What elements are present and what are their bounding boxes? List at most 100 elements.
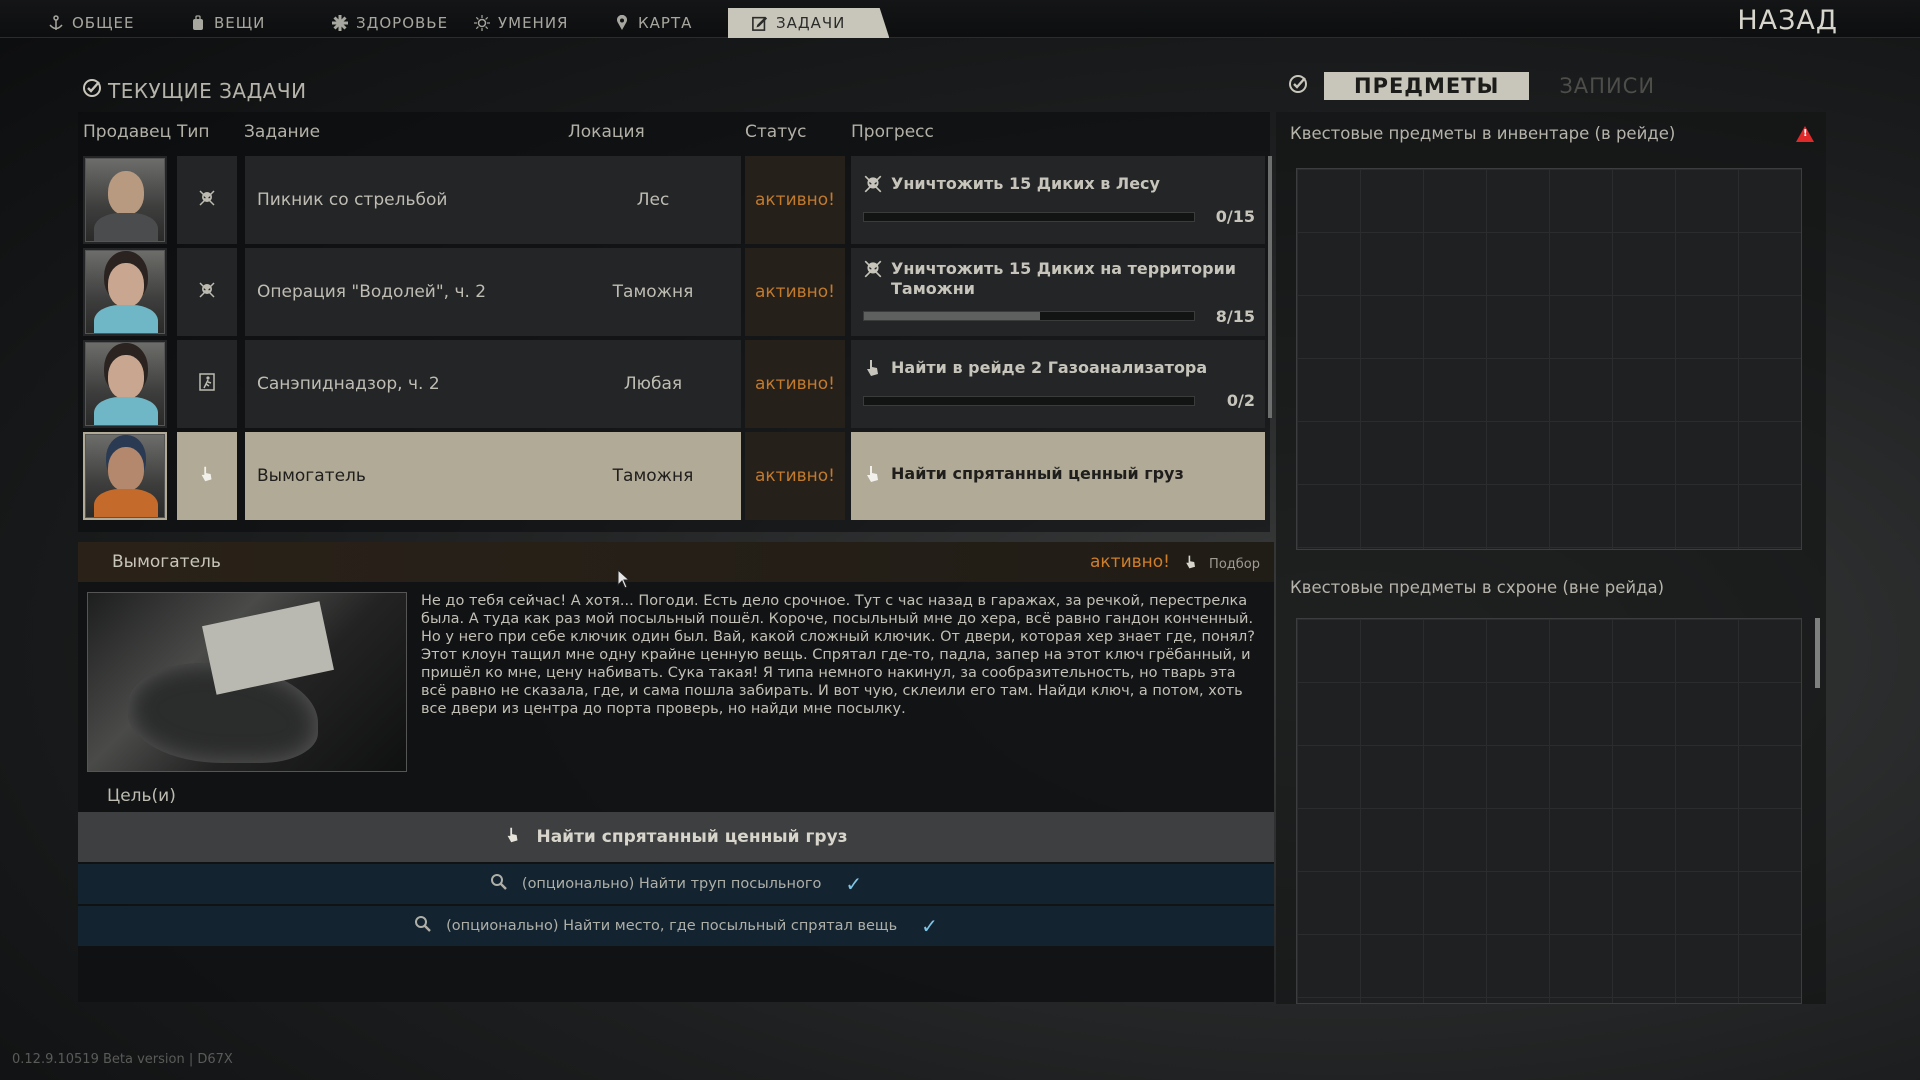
type-cell bbox=[177, 156, 237, 244]
checkmark-icon: ✓ bbox=[921, 914, 938, 938]
trader-avatar bbox=[85, 158, 165, 242]
task-status: активно! bbox=[745, 248, 845, 336]
header-task[interactable]: Задание bbox=[244, 122, 320, 142]
quests-table: Продавец Тип Задание Локация Статус Прог… bbox=[78, 112, 1272, 532]
check-circle-icon bbox=[82, 78, 102, 103]
hand-icon bbox=[1183, 554, 1199, 574]
objective-text: Уничтожить 15 Диких на территории Таможн… bbox=[891, 258, 1237, 298]
progress-bar bbox=[863, 311, 1195, 321]
task-status: активно! bbox=[745, 432, 845, 520]
task-progress: Уничтожить 15 Диких в Лесу 0/15 bbox=[851, 156, 1265, 244]
exit-icon bbox=[199, 373, 215, 395]
health-icon bbox=[332, 15, 348, 31]
task-location: Лес bbox=[565, 156, 741, 244]
skull-icon bbox=[863, 259, 883, 284]
check-circle-icon bbox=[1288, 74, 1308, 98]
tab-tasks[interactable]: ЗАДАЧИ bbox=[728, 8, 890, 38]
table-scrollbar[interactable] bbox=[1268, 156, 1272, 418]
tab-label: ЗАДАЧИ bbox=[776, 14, 846, 32]
stash-grid[interactable] bbox=[1296, 618, 1802, 1004]
hand-icon bbox=[504, 826, 522, 849]
anchor-icon bbox=[48, 15, 64, 31]
header-type[interactable]: Тип bbox=[177, 122, 210, 142]
inventory-items-panel: Квестовые предметы в инвентаре (в рейде) bbox=[1276, 112, 1826, 566]
task-location: Таможня bbox=[565, 248, 741, 336]
backpack-icon bbox=[190, 15, 206, 31]
task-progress: Найти в рейде 2 Газоанализатора 0/2 bbox=[851, 340, 1265, 428]
quest-detail: Вымогатель активно! Подбор Не до тебя се… bbox=[78, 542, 1274, 1002]
table-row-selected[interactable]: Вымогатель Таможня активно! Найти спрята… bbox=[78, 432, 1270, 520]
sub-objective: (опционально) Найти труп посыльного ✓ bbox=[78, 864, 1274, 904]
tab-label: ЗДОРОВЬЕ bbox=[356, 14, 449, 32]
section-title: ТЕКУЩИЕ ЗАДАЧИ bbox=[82, 78, 307, 103]
trader-avatar bbox=[85, 342, 165, 426]
trader-cell bbox=[83, 340, 167, 428]
table-row[interactable]: Операция "Водолей", ч. 2 Таможня активно… bbox=[78, 248, 1270, 336]
header-status[interactable]: Статус bbox=[745, 122, 807, 142]
inventory-grid[interactable] bbox=[1296, 168, 1802, 550]
tab-items[interactable]: ВЕЩИ bbox=[190, 8, 265, 38]
tab-skills[interactable]: УМЕНИЯ bbox=[474, 8, 568, 38]
table-row[interactable]: Пикник со стрельбой Лес активно! Уничтож… bbox=[78, 156, 1270, 244]
search-icon bbox=[414, 915, 432, 937]
tab-label: УМЕНИЯ bbox=[498, 14, 569, 32]
trader-cell bbox=[83, 432, 167, 520]
hand-icon bbox=[198, 465, 216, 487]
skull-icon bbox=[198, 189, 216, 211]
type-cell bbox=[177, 248, 237, 336]
tab-label: ВЕЩИ bbox=[214, 14, 266, 32]
progress-count: 0/15 bbox=[1215, 207, 1255, 226]
tasks-icon bbox=[752, 15, 768, 31]
stash-panel-title: Квестовые предметы в схроне (вне рейда) bbox=[1290, 578, 1665, 597]
table-row[interactable]: Санэпиднадзор, ч. 2 Любая активно! Найти… bbox=[78, 340, 1270, 428]
objective-text: Уничтожить 15 Диких в Лесу bbox=[891, 174, 1160, 193]
items-tab-button[interactable]: ПРЕДМЕТЫ bbox=[1324, 72, 1530, 100]
notes-tab-button[interactable]: ЗАПИСИ bbox=[1545, 72, 1669, 100]
skull-icon bbox=[198, 281, 216, 303]
task-location: Любая bbox=[565, 340, 741, 428]
tab-label: КАРТА bbox=[638, 14, 693, 32]
task-progress: Уничтожить 15 Диких на территории Таможн… bbox=[851, 248, 1265, 336]
tab-health[interactable]: ЗДОРОВЬЕ bbox=[332, 8, 448, 38]
progress-fill bbox=[864, 312, 1040, 320]
tab-map[interactable]: КАРТА bbox=[614, 8, 692, 38]
mouse-cursor-icon bbox=[617, 568, 631, 593]
detail-header: Вымогатель активно! Подбор bbox=[78, 542, 1274, 582]
map-pin-icon bbox=[614, 15, 630, 31]
back-button[interactable]: НАЗАД bbox=[1737, 5, 1838, 36]
stash-items-panel: Квестовые предметы в схроне (вне рейда) bbox=[1276, 566, 1826, 1004]
trader-avatar bbox=[85, 250, 165, 334]
objective-text: Найти спрятанный ценный груз bbox=[891, 463, 1184, 483]
sub-objective: (опционально) Найти место, где посыльный… bbox=[78, 906, 1274, 946]
type-cell bbox=[177, 340, 237, 428]
stash-scrollbar[interactable] bbox=[1815, 618, 1820, 688]
trader-avatar bbox=[85, 434, 165, 518]
header-progress[interactable]: Прогресс bbox=[851, 122, 934, 142]
goals-label: Цель(и) bbox=[107, 786, 176, 806]
progress-bar bbox=[863, 395, 1195, 406]
search-icon bbox=[490, 873, 508, 895]
version-label: 0.12.9.10519 Beta version | D67X bbox=[12, 1052, 233, 1067]
header-location[interactable]: Локация bbox=[568, 122, 645, 142]
quest-image bbox=[87, 592, 407, 772]
header-trader[interactable]: Продавец bbox=[83, 122, 171, 142]
detail-type: Подбор bbox=[1183, 554, 1260, 574]
checkmark-icon: ✓ bbox=[845, 872, 863, 896]
objective-text: Найти в рейде 2 Газоанализатора bbox=[891, 358, 1208, 377]
task-status: активно! bbox=[745, 156, 845, 244]
task-location: Таможня bbox=[565, 432, 741, 520]
skull-icon bbox=[863, 174, 883, 199]
tab-label: ОБЩЕЕ bbox=[72, 14, 135, 32]
detail-title: Вымогатель bbox=[112, 552, 221, 572]
tab-general[interactable]: ОБЩЕЕ bbox=[48, 8, 134, 38]
table-header: Продавец Тип Задание Локация Статус Прог… bbox=[78, 112, 1270, 152]
warning-icon[interactable] bbox=[1796, 126, 1814, 142]
top-nav-bar: ОБЩЕЕ ВЕЩИ ЗДОРОВЬЕ УМЕНИЯ КАРТА ЗАДАЧИ … bbox=[0, 0, 1920, 38]
main-objective-text: Найти спрятанный ценный груз bbox=[536, 827, 848, 847]
type-cell bbox=[177, 432, 237, 520]
task-status: активно! bbox=[745, 340, 845, 428]
quest-description: Не до тебя сейчас! А хотя... Погоди. Ест… bbox=[421, 593, 1255, 717]
hand-icon bbox=[863, 464, 883, 489]
right-tabs: ПРЕДМЕТЫ ЗАПИСИ bbox=[1288, 72, 1669, 100]
section-title-text: ТЕКУЩИЕ ЗАДАЧИ bbox=[108, 78, 307, 103]
